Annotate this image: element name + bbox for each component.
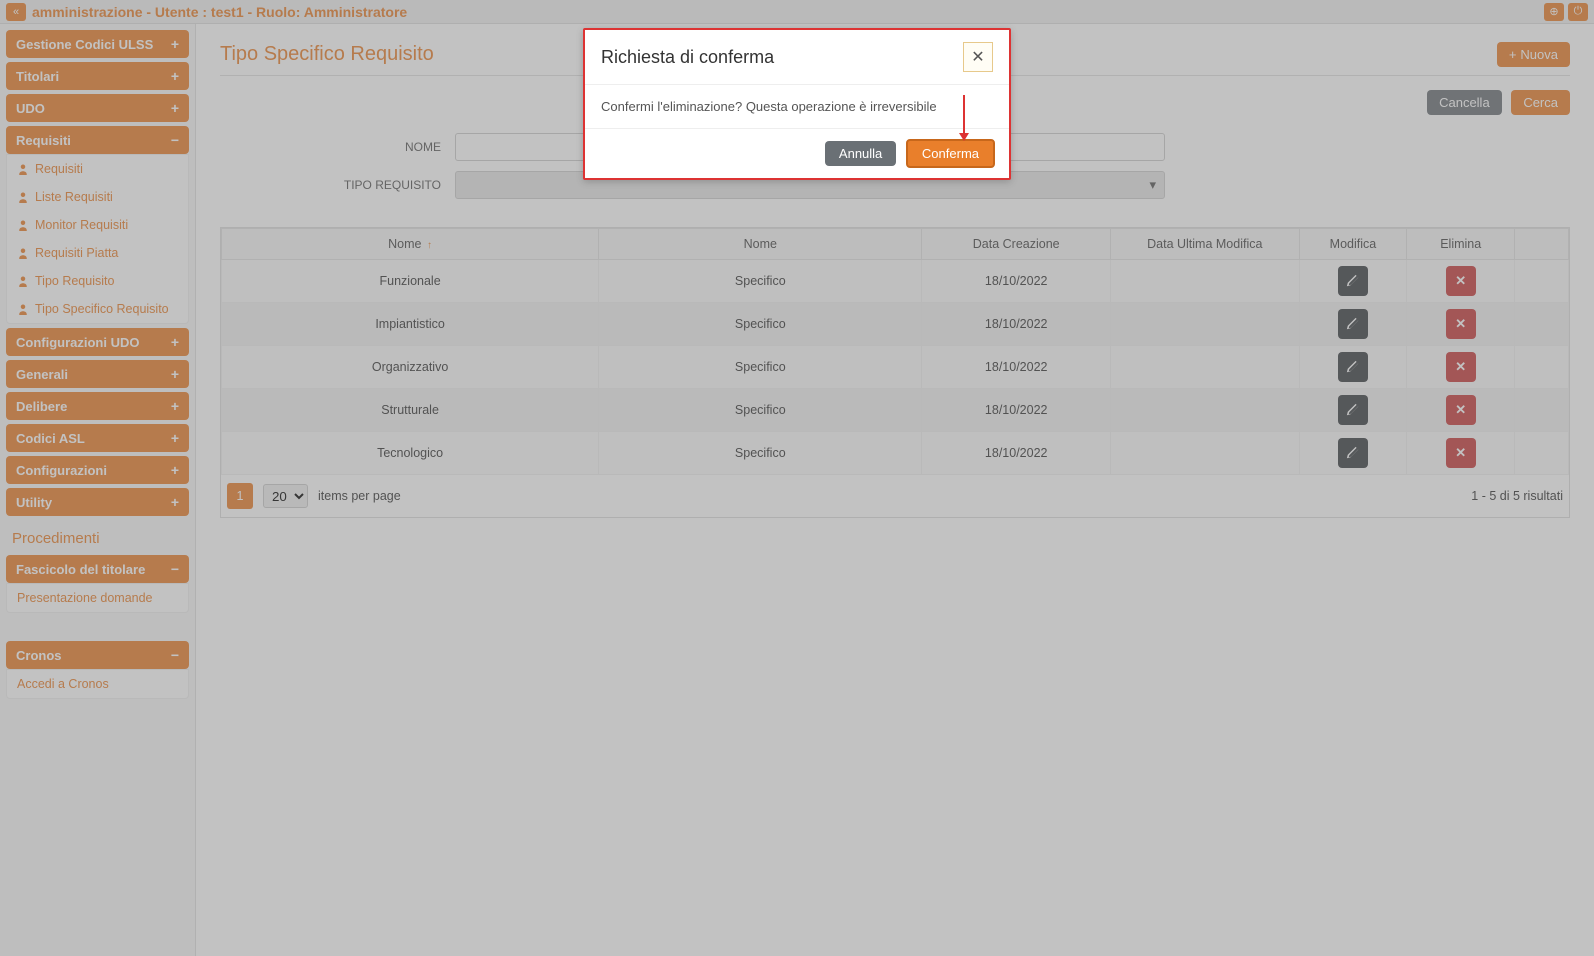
modal-title: Richiesta di conferma (601, 47, 774, 68)
confirm-modal: Richiesta di conferma ✕ Confermi l'elimi… (583, 28, 1011, 180)
annotation-arrow (959, 95, 969, 141)
modal-cancel-button[interactable]: Annulla (825, 141, 896, 166)
modal-overlay: Richiesta di conferma ✕ Confermi l'elimi… (0, 0, 1594, 956)
modal-body-text: Confermi l'eliminazione? Questa operazio… (601, 99, 937, 114)
modal-confirm-button[interactable]: Conferma (906, 139, 995, 168)
modal-close-button[interactable]: ✕ (963, 42, 993, 72)
